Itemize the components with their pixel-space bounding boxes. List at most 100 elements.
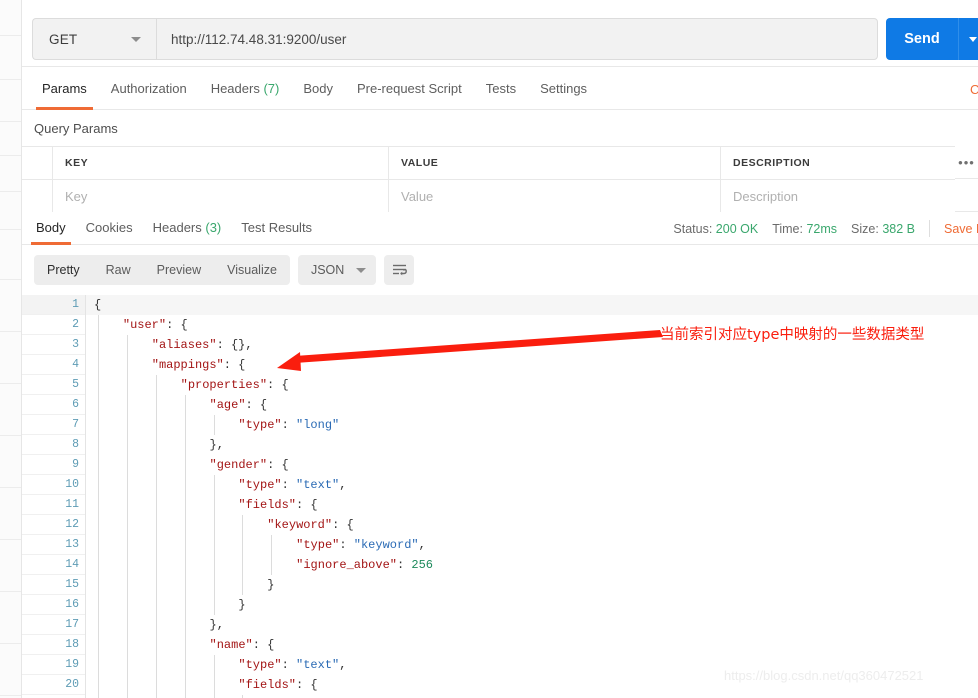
code-token-k: "name" — [209, 638, 253, 652]
ellipsis-icon[interactable]: ••• — [955, 146, 978, 179]
indent-guide — [98, 355, 99, 375]
indent-guide — [184, 495, 186, 515]
sidebar-strip-segment[interactable] — [0, 592, 21, 644]
sidebar-strip-segment[interactable] — [0, 540, 21, 592]
request-tab-authorization[interactable]: Authorization — [99, 67, 199, 109]
request-tab-body[interactable]: Body — [291, 67, 345, 109]
line-number: 14 — [22, 555, 85, 575]
row-checkbox-cell[interactable] — [22, 180, 53, 212]
indent-guide — [126, 635, 128, 655]
watermark: https://blog.csdn.net/qq360472521 — [724, 668, 924, 683]
row-key-input[interactable]: Key — [53, 180, 389, 212]
indent-guide — [155, 635, 157, 655]
indent-guide — [98, 375, 99, 395]
request-tab-label: Pre-request Script — [356, 81, 462, 96]
indent-guide — [184, 475, 186, 495]
line-number: 12 — [22, 515, 85, 535]
response-tab-body[interactable]: Body — [26, 212, 76, 245]
code-token-s: "keyword" — [353, 538, 419, 552]
view-mode-raw[interactable]: Raw — [93, 255, 144, 285]
request-tab-params[interactable]: Params — [30, 67, 99, 110]
request-cookies-link[interactable]: Cookies — [970, 82, 978, 97]
request-tab-settings[interactable]: Settings — [528, 67, 599, 109]
request-tab-pre-request-script[interactable]: Pre-request Script — [345, 67, 474, 109]
indent-guide — [98, 595, 99, 615]
indent-guide — [184, 655, 186, 675]
status-value: 200 OK — [715, 221, 759, 236]
sidebar-strip-segment[interactable] — [0, 332, 21, 384]
send-button-group: Send — [886, 18, 978, 60]
code-token-p: : — [339, 538, 354, 552]
code-token-p: : — [281, 658, 297, 672]
response-tab-cookies[interactable]: Cookies — [76, 212, 143, 244]
line-number: 15 — [22, 575, 85, 595]
indent-guide — [213, 415, 215, 435]
indent-guide — [98, 635, 99, 655]
sidebar-strip-segment[interactable] — [0, 36, 21, 80]
indent-guide — [98, 495, 99, 515]
indent-guide — [98, 315, 99, 335]
send-button[interactable]: Send — [886, 18, 958, 60]
code-token-p: } — [238, 598, 246, 612]
sidebar-strip-segment[interactable] — [0, 80, 21, 122]
code-token-p: : { — [245, 398, 268, 412]
response-tab-count: (3) — [201, 220, 222, 235]
wrap-text-button[interactable] — [384, 255, 415, 285]
code-token-p: , — [418, 538, 426, 552]
sidebar-strip-segment[interactable] — [0, 156, 21, 192]
view-mode-pretty[interactable]: Pretty — [34, 255, 93, 285]
code-token-p: : { — [296, 498, 318, 512]
sidebar-strip-segment[interactable] — [0, 488, 21, 540]
code-line: "ignore_above": 256 — [86, 555, 978, 575]
collections-sidebar-strip[interactable] — [0, 0, 22, 698]
response-tab-headers[interactable]: Headers (3) — [143, 212, 232, 244]
code-token-p: : { — [166, 318, 188, 332]
indent-guide — [126, 515, 128, 535]
code-token-s: "long" — [296, 418, 340, 432]
indent-guide — [242, 575, 244, 595]
http-method-dropdown[interactable]: GET — [32, 18, 156, 60]
code-line-text: "properties": { — [86, 378, 289, 392]
sidebar-strip-segment[interactable] — [0, 436, 21, 488]
view-mode-visualize[interactable]: Visualize — [214, 255, 290, 285]
indent-guide — [271, 555, 273, 575]
table-row[interactable]: Key Value Description — [22, 180, 955, 213]
code-token-k: "ignore_above" — [296, 558, 397, 572]
sidebar-strip-segment[interactable] — [0, 280, 21, 332]
row-value-input[interactable]: Value — [389, 180, 721, 212]
chevron-down-icon — [968, 36, 977, 42]
indent-guide — [98, 615, 99, 635]
size-value: 382 B — [882, 221, 915, 236]
sidebar-strip-segment[interactable] — [0, 230, 21, 280]
sidebar-strip-segment[interactable] — [0, 192, 21, 230]
sidebar-strip-segment[interactable] — [0, 122, 21, 156]
line-number: 11 — [22, 495, 85, 515]
sidebar-strip-segment[interactable] — [0, 384, 21, 436]
code-line: "name": { — [86, 635, 978, 655]
sidebar-strip-segment[interactable] — [0, 0, 21, 36]
code-token-p: : { — [223, 358, 246, 372]
row-description-input[interactable]: Description — [721, 180, 955, 212]
indent-guide — [213, 475, 215, 495]
send-options-button[interactable] — [958, 18, 978, 60]
indent-guide — [213, 575, 215, 595]
sidebar-strip-segment[interactable] — [0, 644, 21, 696]
code-line-text: } — [86, 598, 246, 612]
url-input[interactable]: http://112.74.48.31:9200/user — [156, 18, 878, 60]
save-response-button[interactable]: Save Response — [944, 222, 978, 236]
code-content[interactable]: {"user": {"aliases": {}, "mappings": {"pr… — [85, 295, 978, 698]
indent-guide — [126, 435, 128, 455]
indent-guide — [98, 535, 99, 555]
view-mode-preview[interactable]: Preview — [144, 255, 214, 285]
response-tab-test-results[interactable]: Test Results — [231, 212, 322, 244]
request-tab-tests[interactable]: Tests — [474, 67, 528, 109]
response-body-viewer[interactable]: 1234567891011121314151617181920212223242… — [22, 295, 978, 698]
line-number: 10 — [22, 475, 85, 495]
indent-guide — [155, 575, 157, 595]
request-tab-headers[interactable]: Headers (7) — [199, 67, 292, 109]
request-tab-label: Body — [303, 81, 333, 96]
body-format-dropdown[interactable]: JSON — [297, 255, 377, 285]
wrap-text-icon — [392, 264, 407, 275]
code-token-k: "type" — [238, 418, 282, 432]
line-number: 16 — [22, 595, 85, 615]
